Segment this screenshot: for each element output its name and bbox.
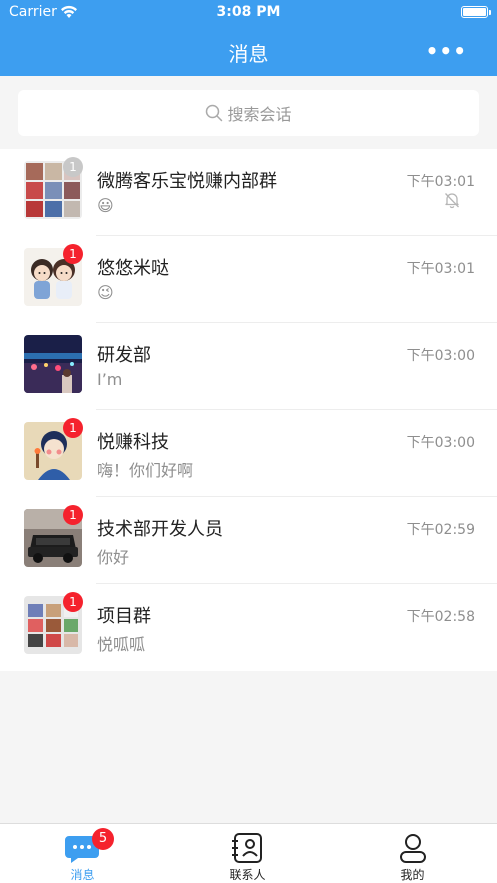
battery-icon (461, 6, 491, 18)
status-bar: Carrier 3:08 PM (0, 0, 497, 26)
tab-profile[interactable]: 我的 (330, 824, 495, 883)
conversation-preview: 你好 (97, 548, 130, 567)
conversation-preview: I’m (97, 370, 123, 389)
conversation-preview: 嗨！你们好啊 (97, 461, 194, 480)
search-input[interactable]: 搜索会话 (18, 90, 479, 136)
conversation-time: 下午02:58 (406, 609, 475, 625)
contacts-book-icon (165, 832, 330, 864)
conversation-time: 下午03:01 (406, 174, 475, 190)
unread-badge: 1 (63, 157, 83, 177)
conversation-name: 悠悠米哒 (97, 258, 169, 279)
search-section: 搜索会话 (0, 76, 497, 148)
conversation-preview: 悦呱呱 (97, 635, 146, 654)
nav-bar: 消息 ••• (0, 26, 497, 76)
tab-unread-badge: 5 (92, 828, 114, 850)
unread-badge: 1 (63, 592, 83, 612)
tab-label: 联系人 (229, 868, 266, 882)
conversation-list: 1 微腾客乐宝悦赚内部群 😃 下午03:01 1 悠悠米哒 😉 下午03:01 … (0, 149, 497, 671)
conversation-row[interactable]: 1 悠悠米哒 😉 下午03:01 (0, 236, 497, 323)
tab-label: 我的 (400, 868, 425, 882)
tab-messages[interactable]: 5 消息 (0, 824, 165, 883)
search-placeholder: 搜索会话 (227, 105, 292, 124)
conversation-preview: 😃 (97, 196, 114, 215)
conversation-name: 悦赚科技 (97, 432, 169, 453)
conversation-time: 下午03:00 (406, 435, 475, 451)
conversation-name: 微腾客乐宝悦赚内部群 (97, 171, 277, 192)
search-icon (206, 104, 223, 122)
tab-bar: 5 消息 联系人 我的 (0, 823, 497, 883)
night-city-avatar (24, 335, 82, 393)
conversation-name: 项目群 (97, 606, 151, 627)
conversation-name: 研发部 (97, 345, 151, 366)
tab-contacts[interactable]: 联系人 (165, 824, 330, 883)
conversation-row[interactable]: 1 微腾客乐宝悦赚内部群 😃 下午03:01 (0, 149, 497, 236)
conversation-preview: 😉 (97, 283, 114, 302)
conversation-row[interactable]: 1 悦赚科技 嗨！你们好啊 下午03:00 (0, 410, 497, 497)
conversation-time: 下午03:01 (406, 261, 475, 277)
person-icon (330, 832, 495, 864)
more-options-button[interactable]: ••• (426, 39, 467, 63)
clock-label: 3:08 PM (216, 4, 281, 20)
conversation-name: 技术部开发人员 (97, 519, 223, 540)
conversation-time: 下午02:59 (406, 522, 475, 538)
conversation-row[interactable]: 1 技术部开发人员 你好 下午02:59 (0, 497, 497, 584)
page-title: 消息 (228, 42, 269, 66)
tab-label: 消息 (70, 868, 95, 882)
unread-badge: 1 (63, 418, 83, 438)
unread-badge: 1 (63, 244, 83, 264)
conversation-row[interactable]: 1 项目群 悦呱呱 下午02:58 (0, 584, 497, 671)
conversation-time: 下午03:00 (406, 348, 475, 364)
chat-bubble-icon (0, 832, 165, 864)
conversation-row[interactable]: 研发部 I’m 下午03:00 (0, 323, 497, 410)
mute-bell-icon (443, 191, 461, 213)
unread-badge: 1 (63, 505, 83, 525)
